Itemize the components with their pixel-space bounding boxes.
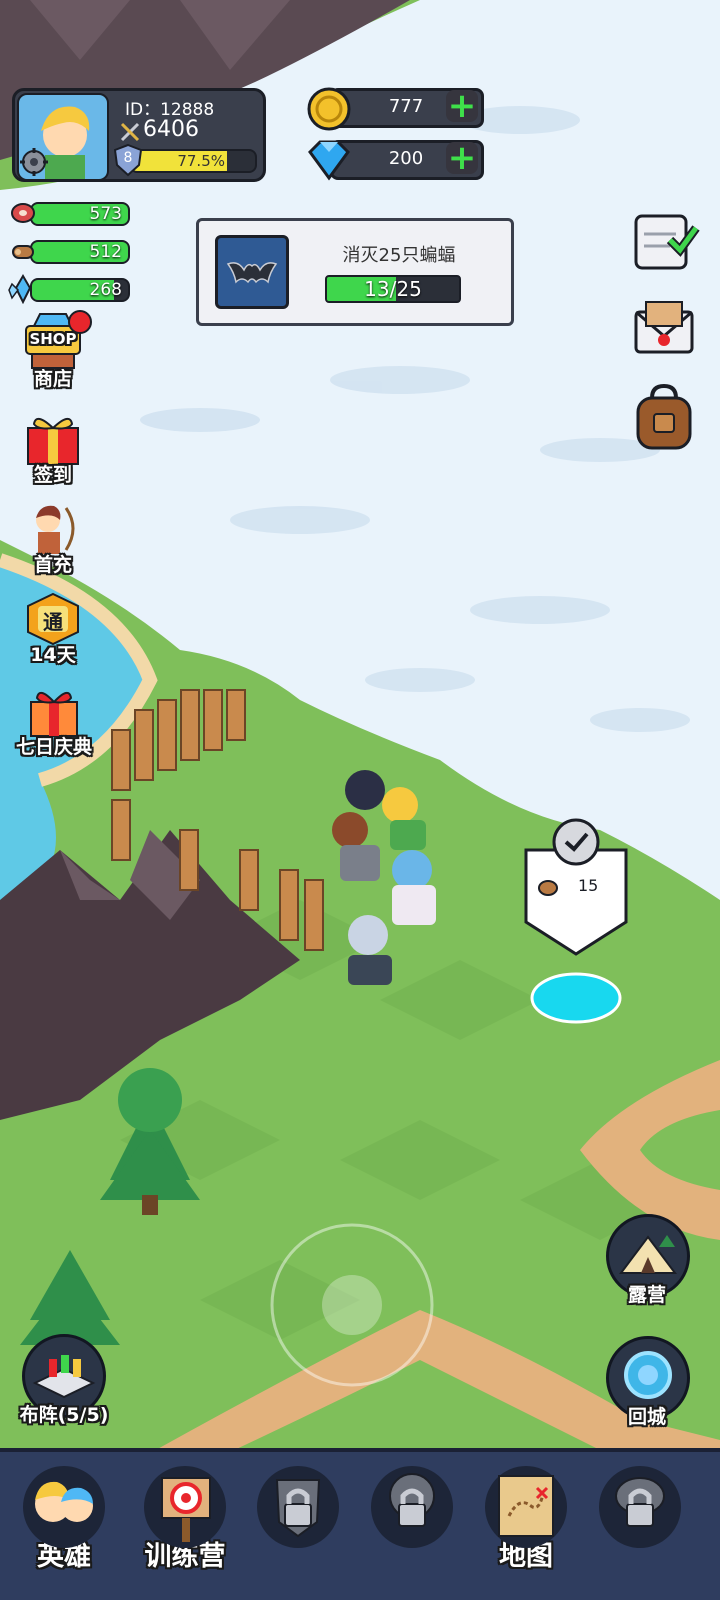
- crystal-amount: 268: [89, 280, 122, 300]
- task-checklist-icon[interactable]: [630, 206, 700, 272]
- shop-sign-icon: SHOP: [22, 310, 92, 370]
- backpack-icon[interactable]: [632, 383, 696, 452]
- quest-progress-text: 13/25: [364, 277, 422, 301]
- nav-locked-1[interactable]: [248, 1460, 348, 1590]
- wood-icon: [10, 238, 36, 264]
- seven-day-event-button[interactable]: 七日庆典: [6, 684, 102, 764]
- gem-plus-button[interactable]: +: [446, 141, 478, 175]
- pass-badge-icon: 通: [22, 592, 84, 646]
- checkin-button[interactable]: 签到: [12, 410, 94, 488]
- camp-label: 露营: [627, 1284, 666, 1306]
- gold-amount: 777: [388, 96, 424, 117]
- return-city-label: 回城: [627, 1406, 666, 1428]
- meat-bar: 573: [30, 202, 130, 226]
- crystal-bar: 268: [30, 278, 130, 302]
- battle-pass-button[interactable]: 通 14天: [12, 592, 94, 672]
- first-recharge-button[interactable]: 首充: [12, 500, 94, 580]
- player-info-panel[interactable]: ID：12888 6406 77.5% 8: [12, 88, 266, 182]
- lock-icon: [371, 1466, 453, 1548]
- gem-amount: 200: [388, 148, 424, 169]
- meat-icon: [10, 200, 36, 226]
- gem-currency[interactable]: 200 +: [306, 138, 484, 182]
- meat-resource: 573: [10, 200, 130, 228]
- treasure-map-icon: [485, 1466, 567, 1548]
- bottom-navigation: 英雄 训练营 地图: [0, 1448, 720, 1600]
- archer-hero-icon: [22, 500, 84, 556]
- lock-icon: [599, 1466, 681, 1548]
- gift-box-icon: [22, 410, 84, 466]
- wood-bar: 512: [30, 240, 130, 264]
- sword-icon: [119, 121, 141, 143]
- gold-coin-icon: [306, 86, 352, 132]
- gem-icon: [302, 138, 356, 182]
- exp-percent: 77.5%: [177, 152, 225, 170]
- gold-currency[interactable]: 777 +: [306, 86, 484, 132]
- bat-icon: [226, 262, 278, 284]
- exp-bar: 77.5%: [129, 149, 257, 173]
- mail-icon[interactable]: [632, 298, 696, 358]
- quest-panel[interactable]: 消灭25只蝙蝠 13/25: [196, 218, 514, 326]
- lock-icon: [257, 1466, 339, 1548]
- player-level: 8: [123, 150, 133, 166]
- shop-notification-dot: [68, 310, 92, 334]
- nav-training-camp[interactable]: 训练营: [130, 1460, 240, 1590]
- crystal-icon: [8, 274, 38, 305]
- nav-map[interactable]: 地图: [476, 1460, 576, 1590]
- pass-badge-text: 通: [43, 610, 63, 634]
- heroes-icon: [23, 1466, 105, 1548]
- target-icon: [144, 1466, 226, 1548]
- marker-cost: 15: [578, 876, 599, 895]
- nav-locked-2[interactable]: [362, 1460, 462, 1590]
- meat-amount: 573: [89, 204, 122, 224]
- event-gift-icon: [23, 684, 85, 738]
- player-power: 6406: [143, 117, 199, 142]
- seven-day-event-label: 七日庆典: [15, 736, 92, 758]
- nav-locked-3[interactable]: [590, 1460, 690, 1590]
- nav-heroes[interactable]: 英雄: [14, 1460, 114, 1590]
- quest-icon-frame: [215, 235, 289, 309]
- quest-title: 消灭25只蝙蝠: [342, 245, 456, 266]
- resource-node-marker[interactable]: 15: [524, 818, 628, 958]
- settings-gear-icon[interactable]: [19, 147, 49, 177]
- wood-amount: 512: [89, 242, 122, 262]
- wood-resource: 512: [10, 238, 130, 266]
- formation-label: 布阵(5/5): [19, 1404, 109, 1426]
- quest-progress-bar: 13/25: [325, 275, 461, 303]
- shield-level-icon: 8: [113, 143, 143, 177]
- shop-button[interactable]: SHOP 商店: [12, 310, 94, 396]
- crystal-resource: 268: [8, 274, 130, 305]
- gold-plus-button[interactable]: +: [446, 89, 478, 123]
